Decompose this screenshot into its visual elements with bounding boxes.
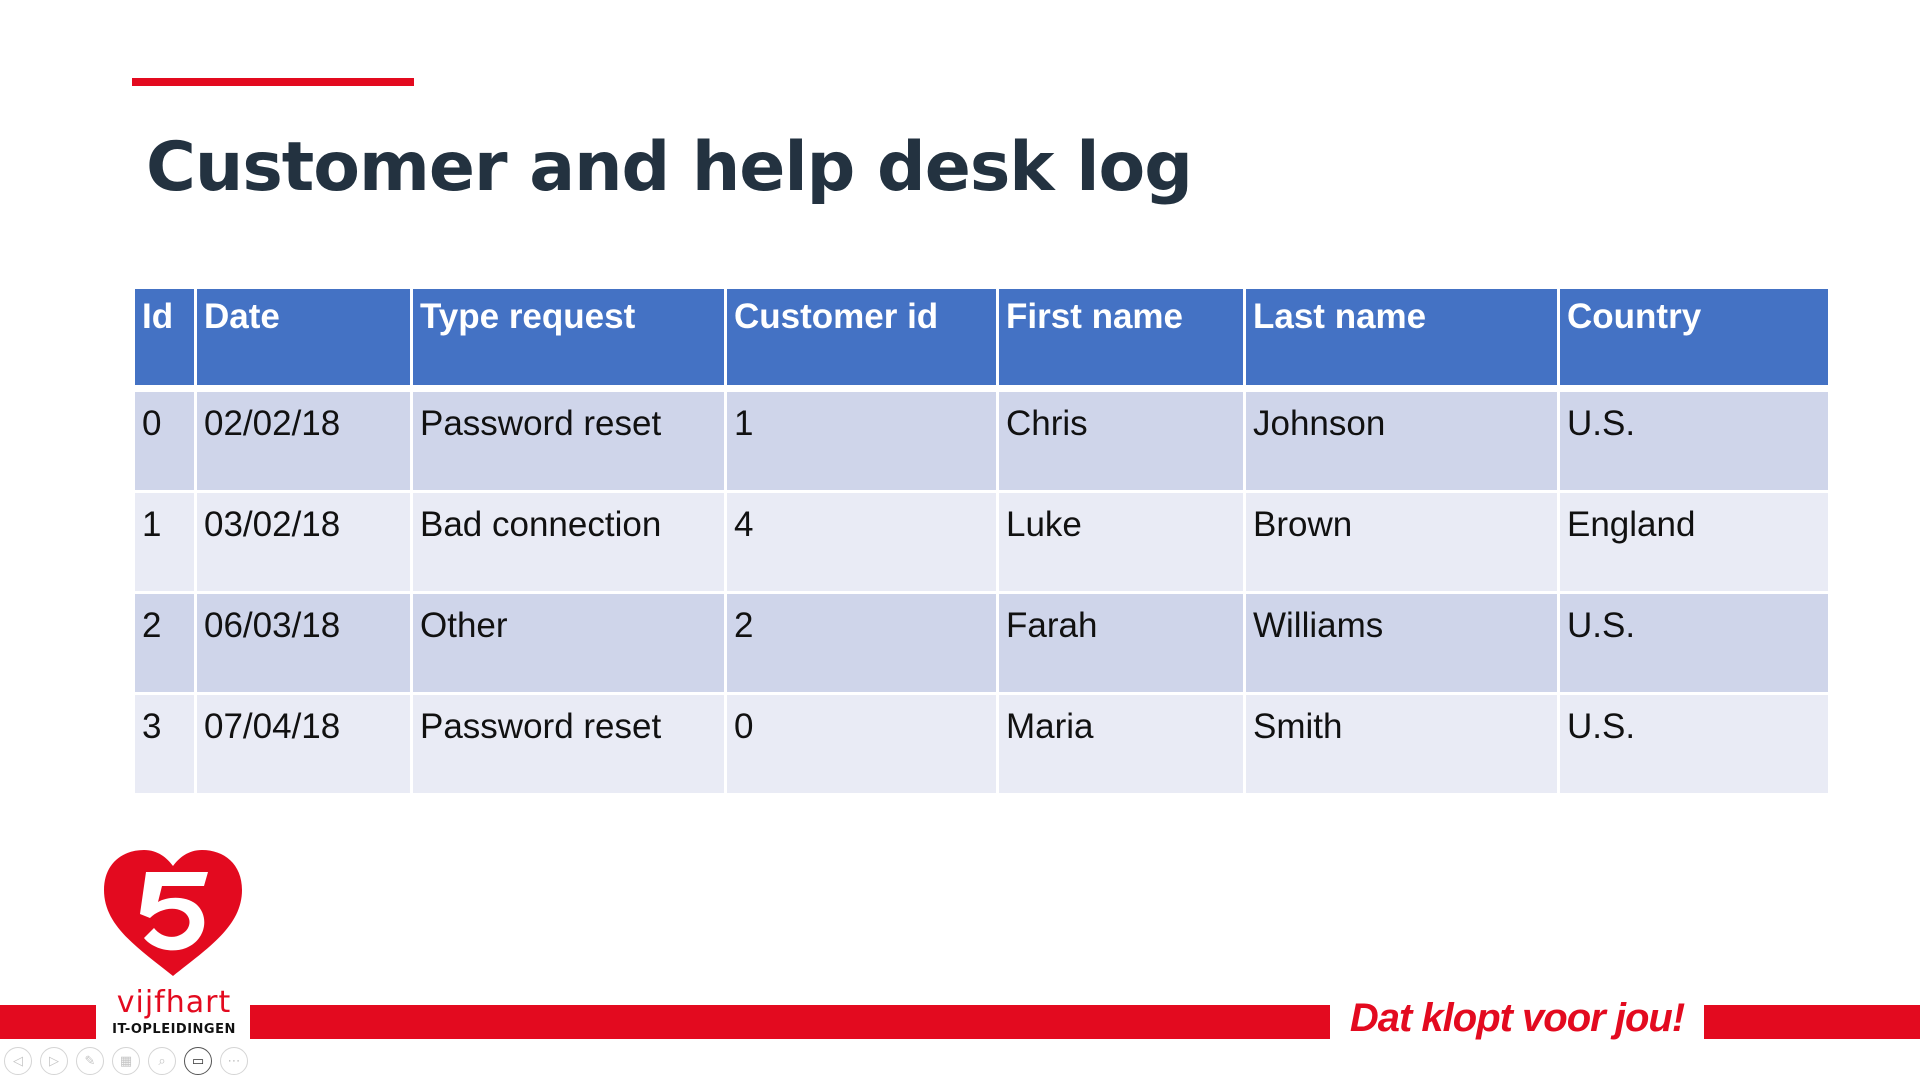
cell-id: 2 [132,591,197,695]
table-row: 1 03/02/18 Bad connection 4 Luke Brown E… [132,490,1831,594]
cell-country: U.S. [1557,591,1831,695]
cell-first-name: Luke [996,490,1246,594]
cell-customer-id: 0 [724,692,999,796]
vijfhart-heart-logo-icon [104,850,242,976]
table-row: 3 07/04/18 Password reset 0 Maria Smith … [132,692,1831,796]
cell-type-request: Password reset [410,385,727,493]
cell-country: U.S. [1557,692,1831,796]
brand-bar-left [0,1005,96,1039]
cell-id: 0 [132,385,197,493]
cell-date: 06/03/18 [194,591,413,695]
title-accent-line [132,78,414,86]
cell-first-name: Farah [996,591,1246,695]
column-header-country: Country [1557,286,1831,390]
cell-last-name: Smith [1243,692,1560,796]
cell-type-request: Bad connection [410,490,727,594]
cell-date: 07/04/18 [194,692,413,796]
cell-first-name: Maria [996,692,1246,796]
brand-bar-middle [250,1005,1330,1039]
table-header-row: Id Date Type request Customer id First n… [132,286,1831,390]
cell-country: U.S. [1557,385,1831,493]
help-desk-log-table: Id Date Type request Customer id First n… [132,286,1831,796]
cell-last-name: Williams [1243,591,1560,695]
cell-first-name: Chris [996,385,1246,493]
cell-type-request: Other [410,591,727,695]
column-header-date: Date [194,286,413,390]
column-header-first-name: First name [996,286,1246,390]
table-row: 2 06/03/18 Other 2 Farah Williams U.S. [132,591,1831,695]
more-options-icon[interactable]: ⋯ [220,1047,248,1075]
cell-type-request: Password reset [410,692,727,796]
cell-id: 3 [132,692,197,796]
cell-country: England [1557,490,1831,594]
next-slide-icon[interactable]: ▷ [40,1047,68,1075]
camera-icon[interactable]: ▭ [184,1047,212,1075]
presentation-toolbar: ◁ ▷ ✎ ▦ ⌕ ▭ ⋯ [4,1046,248,1076]
slide-title: Customer and help desk log [146,128,1193,207]
table-row: 0 02/02/18 Password reset 1 Chris Johnso… [132,385,1831,493]
pen-icon[interactable]: ✎ [76,1047,104,1075]
brand-name: vijfhart [116,985,232,1020]
previous-slide-icon[interactable]: ◁ [4,1047,32,1075]
cell-customer-id: 1 [724,385,999,493]
brand-subtitle: IT-OPLEIDINGEN [112,1022,236,1037]
column-header-type-request: Type request [410,286,727,390]
brand-tagline: Dat klopt voor jou! [1349,996,1685,1040]
column-header-last-name: Last name [1243,286,1560,390]
cell-id: 1 [132,490,197,594]
zoom-icon[interactable]: ⌕ [148,1047,176,1075]
cell-date: 03/02/18 [194,490,413,594]
cell-last-name: Brown [1243,490,1560,594]
see-all-slides-icon[interactable]: ▦ [112,1047,140,1075]
brand-bar-right [1704,1005,1920,1039]
column-header-id: Id [132,286,197,390]
cell-customer-id: 4 [724,490,999,594]
cell-date: 02/02/18 [194,385,413,493]
cell-customer-id: 2 [724,591,999,695]
column-header-customer-id: Customer id [724,286,999,390]
cell-last-name: Johnson [1243,385,1560,493]
